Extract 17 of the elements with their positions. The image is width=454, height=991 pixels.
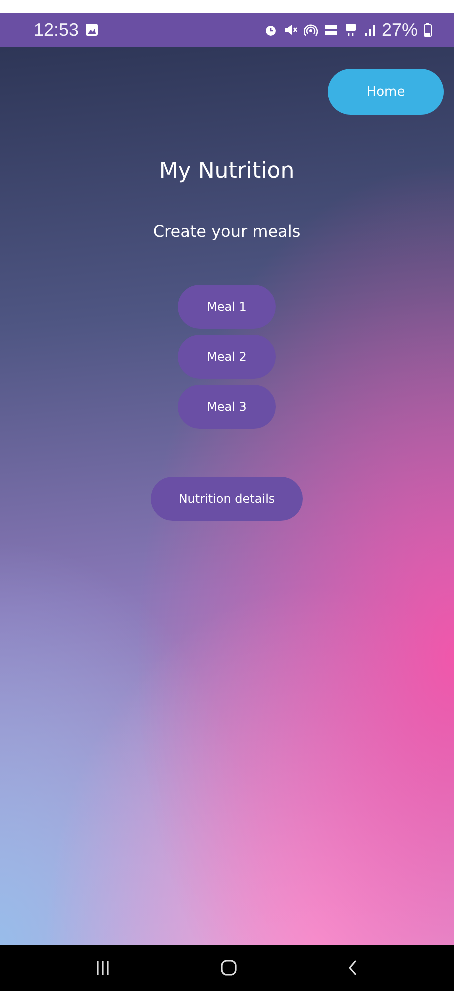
page-subtitle: Create your meals [153,222,301,241]
page-title: My Nutrition [159,159,295,184]
battery-percent: 27% [382,20,418,40]
hotspot-icon [304,23,318,37]
recent-apps-icon[interactable] [94,960,111,976]
meal-button[interactable]: Meal 1 [178,285,276,329]
battery-icon [424,23,432,37]
meal-button[interactable]: Meal 2 [178,335,276,379]
alarm-icon [264,23,278,37]
meal-button[interactable]: Meal 3 [178,385,276,429]
image-icon [85,23,100,37]
status-time: 12:53 [34,20,80,40]
nutrition-details-button[interactable]: Nutrition details [151,477,303,521]
mute-icon [284,23,298,37]
signal-icon [364,23,376,37]
home-icon[interactable] [220,959,238,977]
back-icon[interactable] [347,960,360,976]
